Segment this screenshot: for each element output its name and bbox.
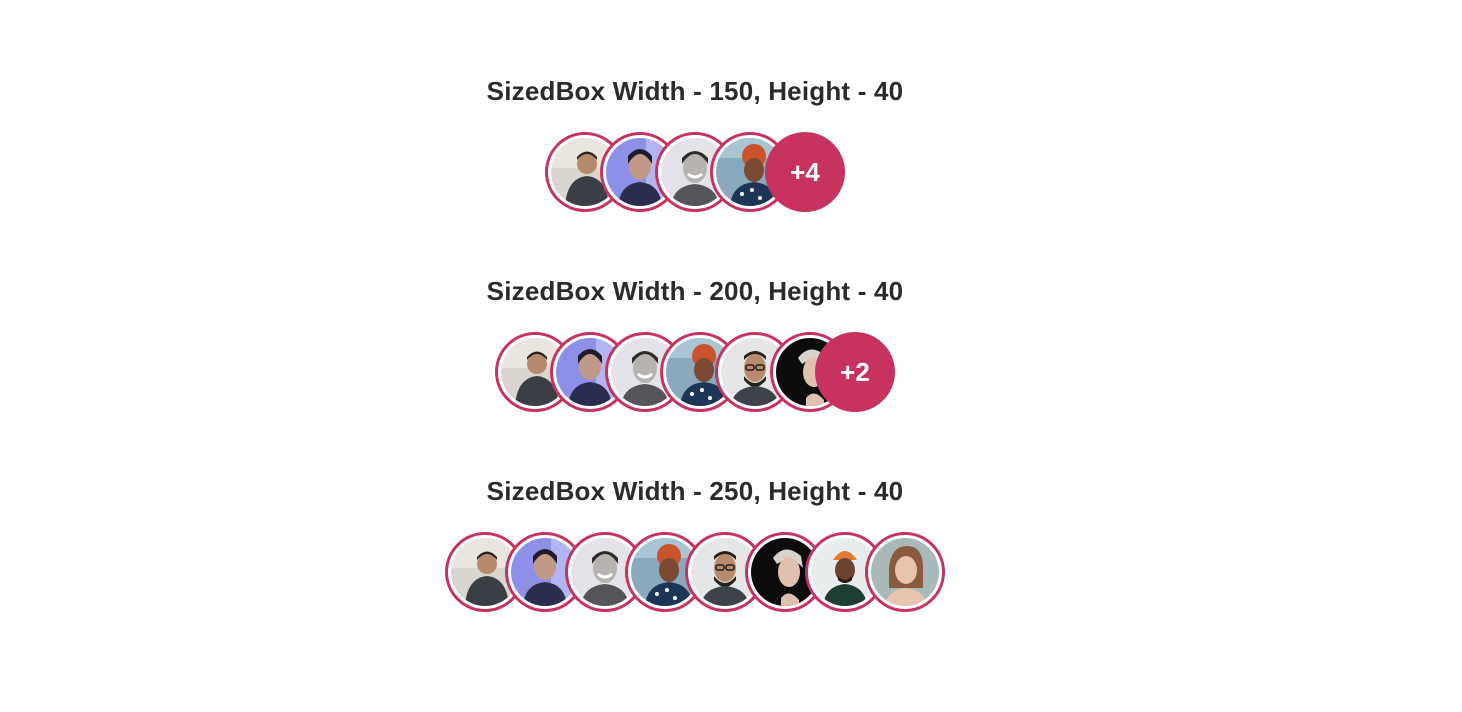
avatar-stack-1: +4: [545, 132, 845, 212]
section-2-title: SizedBox Width - 200, Height - 40: [486, 276, 904, 306]
section-1-title: SizedBox Width - 150, Height - 40: [486, 76, 904, 106]
avatar-person-8[interactable]: [865, 532, 945, 612]
more-count-badge[interactable]: +2: [815, 332, 895, 412]
person-8-photo: [871, 538, 939, 606]
section-3-title: SizedBox Width - 250, Height - 40: [486, 476, 904, 506]
avatar-stack-2: +2: [495, 332, 895, 412]
avatar-stack-3: [445, 532, 945, 612]
more-count-badge[interactable]: +4: [765, 132, 845, 212]
